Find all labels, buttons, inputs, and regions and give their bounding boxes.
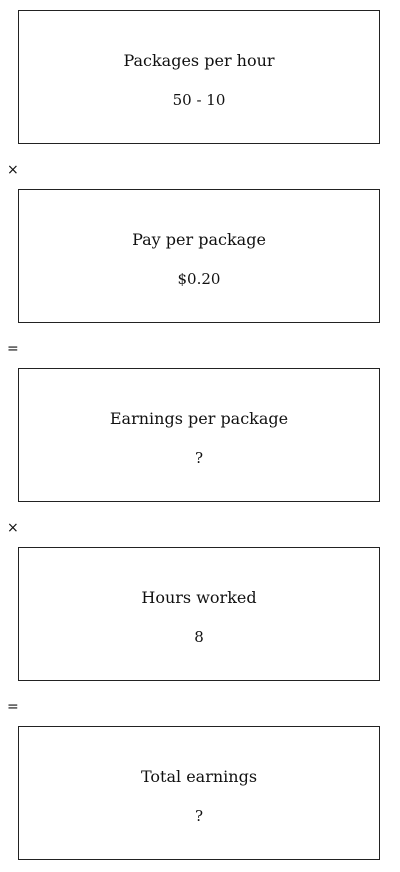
multiply-operator: × [7, 520, 19, 536]
step-label: Earnings per package [109, 409, 289, 428]
step-label: Hours worked [141, 588, 257, 607]
step-value: $0.20 [177, 270, 221, 288]
step-box-packages-per-hour: Packages per hour 50 - 10 [18, 10, 380, 144]
step-box-hours-worked: Hours worked 8 [18, 547, 380, 681]
step-value: 50 - 10 [172, 91, 226, 109]
multiply-operator: × [7, 162, 19, 178]
equals-operator: = [7, 341, 19, 357]
equals-operator: = [7, 699, 19, 715]
step-value: ? [194, 807, 204, 825]
step-box-total-earnings: Total earnings ? [18, 726, 380, 860]
step-label: Packages per hour [123, 51, 275, 70]
step-label: Pay per package [132, 230, 266, 249]
step-value: ? [194, 449, 204, 467]
step-box-earnings-per-package: Earnings per package ? [18, 368, 380, 502]
step-box-pay-per-package: Pay per package $0.20 [18, 189, 380, 323]
step-value: 8 [194, 628, 204, 646]
step-label: Total earnings [140, 767, 258, 786]
